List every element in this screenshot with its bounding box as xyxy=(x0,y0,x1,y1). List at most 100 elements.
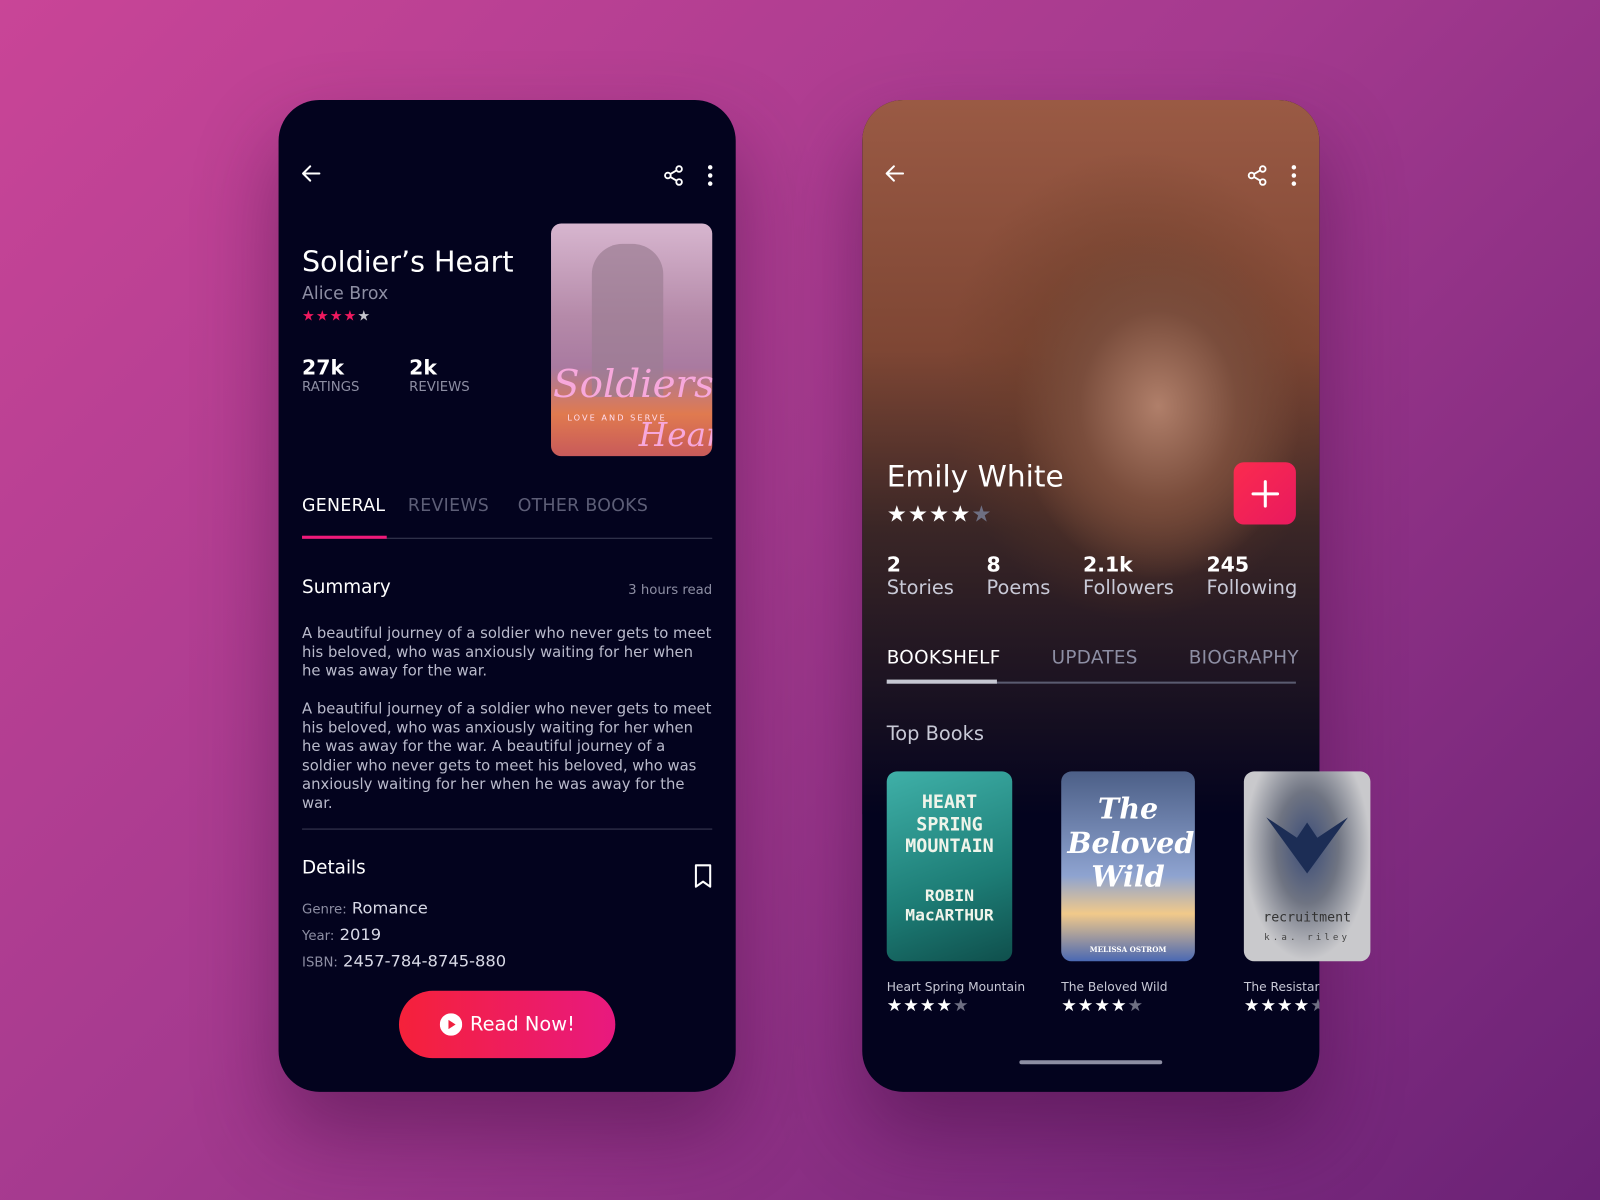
book-author[interactable]: Alice Brox xyxy=(302,284,388,304)
star-icon: ★ xyxy=(1243,995,1260,1017)
book-cover-2[interactable]: The Beloved Wild MELISSA OSTROM xyxy=(1061,771,1195,962)
reviews-label: REVIEWS xyxy=(409,379,470,395)
tab-reviews[interactable]: REVIEWS xyxy=(408,496,489,516)
star-icon: ★ xyxy=(936,995,953,1017)
isbn-value: 2457-784-8745-880 xyxy=(343,951,507,971)
home-indicator xyxy=(1019,1060,1163,1065)
star-icon: ★ xyxy=(343,308,357,325)
star-icon: ★ xyxy=(1061,995,1077,1017)
details-heading: Details xyxy=(302,857,366,879)
star-icon: ★ xyxy=(886,995,903,1017)
following-count: 245 xyxy=(1206,552,1250,577)
following-label: Following xyxy=(1206,576,1298,599)
read-now-label: Read Now! xyxy=(470,1013,575,1036)
summary-paragraph-1: A beautiful journey of a soldier who nev… xyxy=(302,625,712,680)
ratings-stat: 27k RATINGS xyxy=(302,355,359,395)
cover-title: recruitment xyxy=(1263,910,1352,926)
back-arrow-icon[interactable] xyxy=(299,161,323,185)
cover-author: MELISSA OSTROM xyxy=(1089,944,1167,955)
cover-title-2: Heart xyxy=(638,415,712,455)
author-rating-stars: ★★★★★ xyxy=(887,502,993,528)
star-icon: ★ xyxy=(1127,995,1144,1017)
star-icon: ★ xyxy=(315,308,329,325)
bookmark-icon[interactable] xyxy=(693,863,713,890)
more-vertical-icon[interactable] xyxy=(701,163,719,187)
book-cover[interactable]: Soldiers LOVE AND SERVE Heart xyxy=(551,223,713,457)
star-icon: ★ xyxy=(1094,995,1110,1017)
following-stat[interactable]: 245 Following xyxy=(1206,552,1297,599)
stories-stat[interactable]: 2 Stories xyxy=(887,552,954,599)
ratings-count: 27k xyxy=(302,355,345,380)
ratings-label: RATINGS xyxy=(302,379,360,395)
reviews-stat: 2k REVIEWS xyxy=(409,355,470,395)
tab-other-books[interactable]: OTHER BOOKS xyxy=(518,496,648,516)
year-label: Year: xyxy=(302,928,335,944)
read-time: 3 hours read xyxy=(628,582,713,598)
star-icon: ★ xyxy=(329,308,343,325)
share-icon[interactable] xyxy=(1246,164,1268,186)
cover-author: ROBIN MacARTHUR xyxy=(905,885,994,925)
plus-icon xyxy=(1251,479,1279,508)
profile-stats: 2 Stories 8 Poems 2.1k Followers 245 Followi… xyxy=(887,552,1298,599)
tab-general[interactable]: GENERAL xyxy=(302,496,385,516)
followers-label: Followers xyxy=(1082,576,1174,599)
cover-title: Soldiers xyxy=(553,361,713,407)
star-icon: ★ xyxy=(953,995,969,1017)
book-title[interactable]: The Beloved Wild xyxy=(1061,980,1167,994)
star-icon: ★ xyxy=(903,995,919,1017)
reviews-count: 2k xyxy=(409,355,437,380)
star-icon: ★ xyxy=(357,308,371,325)
author-name: Emily White xyxy=(886,459,1064,494)
year-value: 2019 xyxy=(339,924,382,944)
isbn-label: ISBN: xyxy=(302,955,338,971)
star-icon: ★ xyxy=(1293,995,1310,1017)
year-row: Year: 2019 xyxy=(302,922,506,949)
read-now-button[interactable]: Read Now! xyxy=(398,990,616,1059)
details-list: Genre: Romance Year: 2019 ISBN: 2457-784… xyxy=(302,896,506,976)
star-icon: ★ xyxy=(950,502,971,528)
genre-row: Genre: Romance xyxy=(302,896,506,923)
profile-photo xyxy=(862,99,1320,815)
star-icon: ★ xyxy=(1260,995,1277,1017)
star-icon: ★ xyxy=(1277,995,1293,1017)
share-icon[interactable] xyxy=(662,164,684,186)
tab-biography[interactable]: BIOGRAPHY xyxy=(1189,647,1299,668)
book-cover-3[interactable]: recruitment k.a. riley xyxy=(1243,771,1371,962)
cover-title: The Beloved Wild xyxy=(1067,791,1195,895)
stories-count: 2 xyxy=(886,552,901,577)
star-icon: ★ xyxy=(971,502,992,528)
profile-tabs: BOOKSHELF UPDATES BIOGRAPHY xyxy=(887,647,1299,668)
book-detail-screen: Soldier’s Heart Alice Brox ★★★★★ 27k RAT… xyxy=(278,99,736,1092)
tab-active-indicator xyxy=(302,535,387,539)
book-tabs: GENERAL REVIEWS OTHER BOOKS xyxy=(302,496,648,516)
star-icon: ★ xyxy=(1310,996,1319,1016)
section-divider xyxy=(302,828,713,830)
cover-title: HEART SPRING MOUNTAIN xyxy=(905,791,994,858)
book-cover-1[interactable]: HEART SPRING MOUNTAIN ROBIN MacARTHUR xyxy=(886,771,1013,962)
summary-heading: Summary xyxy=(302,576,391,598)
summary-paragraph-2: A beautiful journey of a soldier who nev… xyxy=(302,701,712,813)
top-books-heading: Top Books xyxy=(886,722,984,745)
cover-author: k.a. riley xyxy=(1264,932,1351,943)
tab-bookshelf[interactable]: BOOKSHELF xyxy=(887,647,1001,668)
tab-updates[interactable]: UPDATES xyxy=(1052,647,1138,668)
book-title[interactable]: The Resistan xyxy=(1244,980,1320,994)
star-icon: ★ xyxy=(1077,995,1094,1017)
poems-stat[interactable]: 8 Poems xyxy=(987,552,1051,599)
book-title[interactable]: Heart Spring Mountain xyxy=(887,980,1025,994)
star-icon: ★ xyxy=(907,502,929,528)
star-icon: ★ xyxy=(886,502,907,528)
back-arrow-icon[interactable] xyxy=(883,161,907,185)
star-icon: ★ xyxy=(919,995,936,1017)
play-icon xyxy=(439,1013,462,1036)
book-rating-stars: ★★★★★ xyxy=(302,308,371,324)
genre-label: Genre: xyxy=(302,902,347,918)
star-icon: ★ xyxy=(929,502,950,528)
book-title: Soldier’s Heart xyxy=(302,244,514,279)
followers-stat[interactable]: 2.1k Followers xyxy=(1083,552,1174,599)
follow-button[interactable] xyxy=(1233,462,1296,525)
tab-active-indicator xyxy=(886,679,997,684)
followers-count: 2.1k xyxy=(1082,552,1133,577)
genre-value: Romance xyxy=(351,897,428,918)
more-vertical-icon[interactable] xyxy=(1285,163,1303,187)
